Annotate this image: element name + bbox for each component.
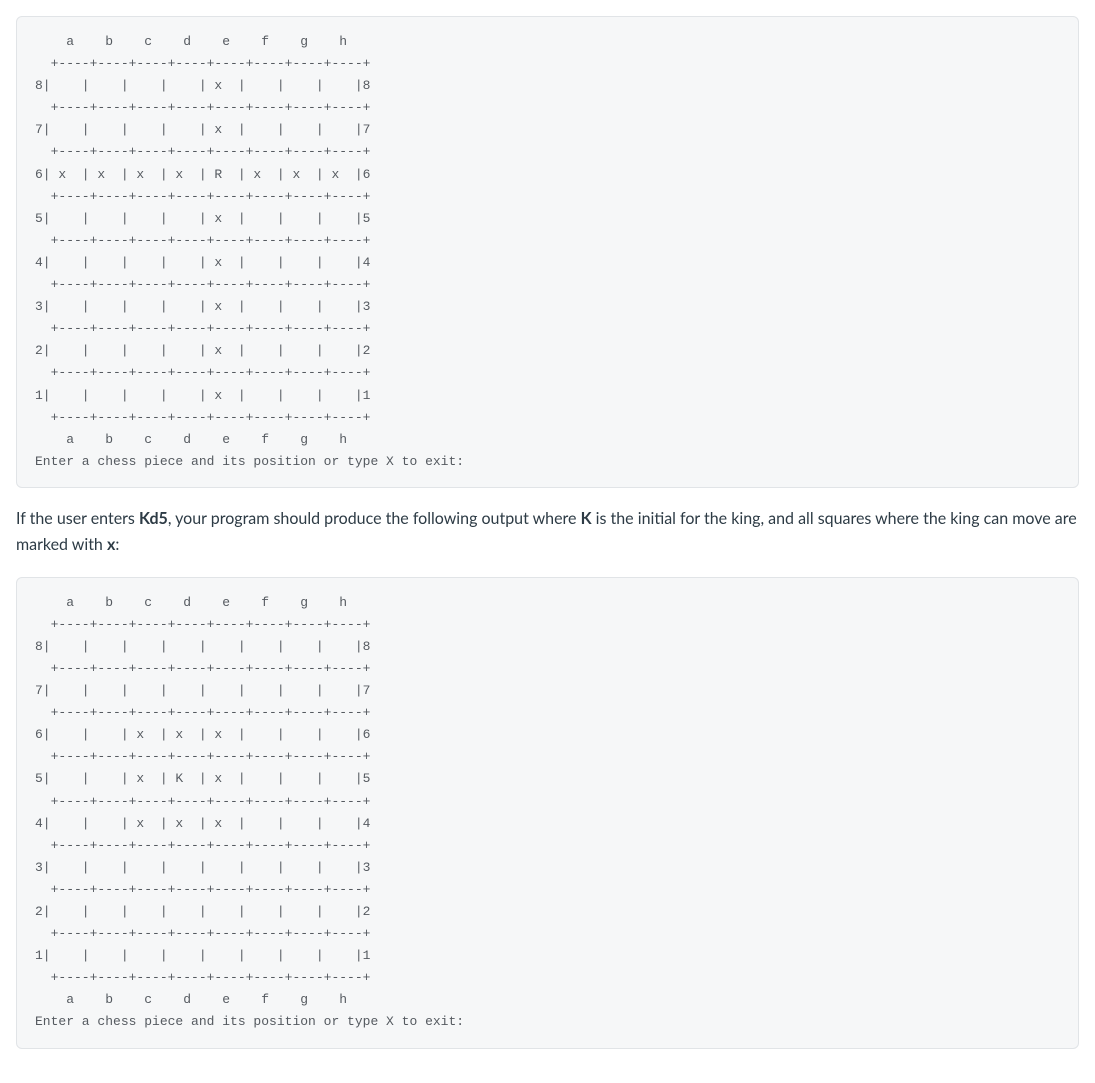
king-board-output: a b c d e f g h +----+----+----+----+---…: [16, 577, 1079, 1049]
king-initial: K: [581, 509, 592, 528]
rook-board-output: a b c d e f g h +----+----+----+----+---…: [16, 16, 1079, 488]
text-segment: , your program should produce the follow…: [168, 509, 581, 528]
instruction-paragraph: If the user enters Kd5, your program sho…: [16, 506, 1079, 559]
text-segment: :: [115, 535, 119, 554]
text-segment: If the user enters: [16, 509, 139, 528]
input-example-kd5: Kd5: [139, 509, 168, 528]
